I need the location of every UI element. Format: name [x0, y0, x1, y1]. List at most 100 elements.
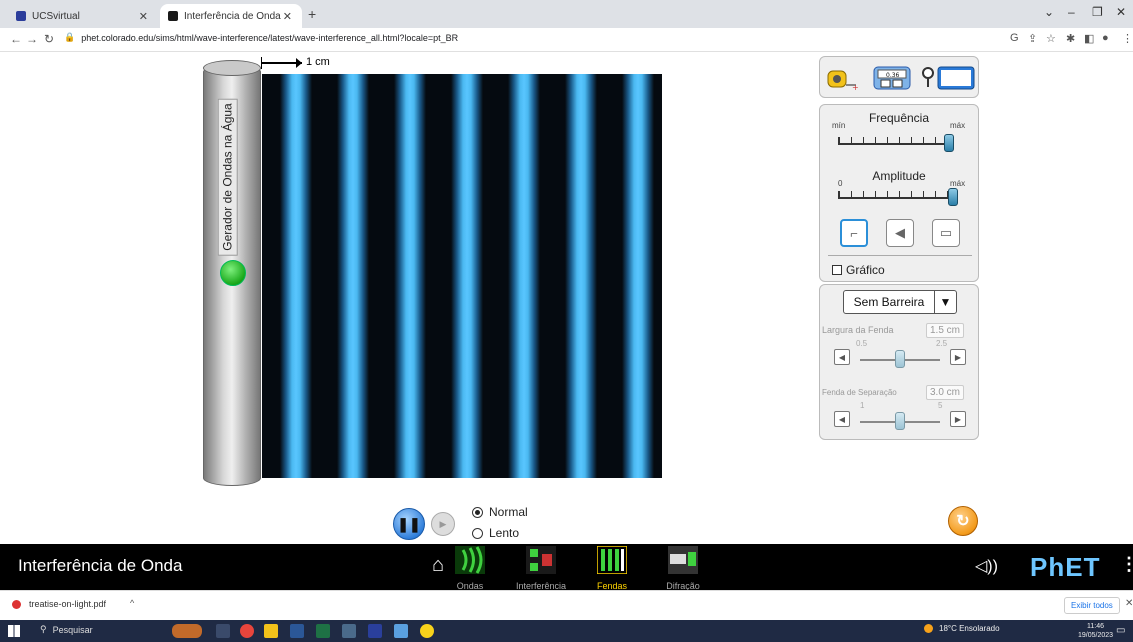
- barrier-dropdown-value: Sem Barreira: [853, 295, 925, 309]
- svg-text:+: +: [852, 83, 859, 91]
- share-icon[interactable]: ⇪: [1028, 32, 1037, 45]
- simulation-area: 1 cm Gerador de Ondas na Água + 0.36 Fre…: [0, 52, 1133, 544]
- url-field[interactable]: 🔒 phet.colorado.edu/sims/html/wave-inter…: [64, 32, 458, 43]
- ruler-label: 1 cm: [306, 56, 330, 68]
- sound-source-button[interactable]: ◀: [886, 219, 914, 247]
- slit-width-decrement-button[interactable]: ◀: [834, 349, 850, 365]
- slit-separation-slider-thumb[interactable]: [895, 412, 905, 430]
- back-icon[interactable]: ←: [10, 32, 22, 46]
- phet-logo[interactable]: PhET: [1030, 552, 1100, 583]
- slit-separation-value: 3.0 cm: [926, 385, 965, 400]
- dropdown-arrow-icon: ▼: [934, 291, 956, 313]
- pdf-file-icon: [12, 599, 21, 609]
- slit-width-max: 2.5: [936, 339, 948, 348]
- taskbar-clock[interactable]: 11:46 19/05/2023: [1078, 622, 1113, 640]
- speed-normal-radio[interactable]: Normal: [472, 505, 528, 519]
- amplitude-slider-thumb[interactable]: [948, 188, 958, 206]
- tab-interferencia[interactable]: Interferência de Onda ✕: [160, 4, 302, 28]
- lock-icon: 🔒: [64, 32, 76, 42]
- close-window-icon[interactable]: ✕: [1116, 5, 1126, 19]
- screen-ondas[interactable]: Ondas: [440, 546, 500, 591]
- amplitude-slider-track[interactable]: [838, 197, 952, 199]
- new-tab-button[interactable]: +: [308, 6, 316, 22]
- pause-icon: ❚❚: [397, 515, 421, 532]
- fendas-screen-icon: [596, 545, 628, 575]
- generator-label: Gerador de Ondas na Água: [218, 98, 238, 256]
- amplitude-max-label: máx: [950, 179, 966, 188]
- chevron-up-icon[interactable]: ^: [130, 598, 134, 608]
- reload-icon[interactable]: ↻: [44, 32, 54, 46]
- interferencia-screen-icon: [526, 546, 556, 574]
- graph-checkbox[interactable]: Gráfico: [832, 263, 885, 277]
- photoshop-icon[interactable]: [368, 624, 382, 638]
- frequency-slider-thumb[interactable]: [944, 134, 954, 152]
- browser-menu-icon[interactable]: ⋮: [1122, 32, 1133, 45]
- tab-ucsvirtual[interactable]: UCSvirtual ✕: [8, 4, 158, 28]
- screen-interferencia[interactable]: Interferência: [511, 546, 571, 591]
- panel-divider: [828, 255, 972, 256]
- forward-icon[interactable]: →: [26, 32, 38, 46]
- weather-widget[interactable]: 18°C Ensolarado: [924, 624, 1000, 633]
- bookmark-star-icon[interactable]: ☆: [1046, 32, 1056, 45]
- excel-icon[interactable]: [316, 624, 330, 638]
- reset-all-button[interactable]: ↻: [948, 506, 978, 536]
- extensions-icon[interactable]: ✱: [1066, 32, 1075, 45]
- wave-area[interactable]: [262, 74, 662, 478]
- stopwatch-icon[interactable]: 0.36: [872, 65, 912, 91]
- slit-width-min: 0.5: [856, 339, 868, 348]
- slit-separation-decrement-button[interactable]: ◀: [834, 411, 850, 427]
- app2-icon[interactable]: [394, 624, 408, 638]
- measuring-tape-icon[interactable]: +: [826, 65, 860, 91]
- minimize-icon[interactable]: –: [1068, 5, 1075, 19]
- google-icon[interactable]: G: [1010, 32, 1019, 44]
- step-button[interactable]: ▶: [431, 512, 455, 536]
- close-downloads-icon[interactable]: ✕: [1125, 598, 1133, 609]
- download-item[interactable]: treatise-on-light.pdf: [12, 599, 106, 609]
- word-icon[interactable]: [290, 624, 304, 638]
- close-tab-icon[interactable]: ✕: [283, 10, 292, 23]
- generator-pulse-button[interactable]: [220, 260, 246, 286]
- close-tab-icon[interactable]: ✕: [139, 10, 148, 23]
- show-all-downloads-button[interactable]: Exibir todos: [1064, 597, 1120, 614]
- restore-icon[interactable]: ❐: [1092, 5, 1103, 19]
- slit-separation-increment-button[interactable]: ▶: [950, 411, 966, 427]
- tab-label: UCSvirtual: [32, 10, 80, 22]
- light-source-button[interactable]: ▭: [932, 219, 960, 247]
- slit-width-increment-button[interactable]: ▶: [950, 349, 966, 365]
- wave-controls-panel: Frequência mín máx Amplitude 0 máx ⌐ ◀ ▭…: [819, 104, 979, 282]
- taskbar-search-placeholder: Pesquisar: [52, 624, 93, 635]
- sound-toggle-icon[interactable]: ◁)): [975, 556, 998, 576]
- ondas-screen-icon: [455, 546, 485, 574]
- notification-icon[interactable]: ▭: [1116, 625, 1125, 636]
- generator-top: [203, 60, 261, 76]
- app-icon[interactable]: [342, 624, 356, 638]
- slit-separation-label: Fenda de Separação: [822, 388, 897, 397]
- wave-meter-icon[interactable]: [920, 65, 976, 91]
- barrier-dropdown[interactable]: Sem Barreira ▼: [843, 290, 957, 314]
- chrome-icon[interactable]: [240, 624, 254, 638]
- windows-start-icon[interactable]: [8, 625, 20, 637]
- water-source-button[interactable]: ⌐: [840, 219, 868, 247]
- laser-icon: ▭: [939, 225, 953, 240]
- file-explorer-icon[interactable]: [264, 624, 278, 638]
- widget-icon[interactable]: [172, 624, 202, 638]
- frequency-slider-track[interactable]: [838, 143, 952, 145]
- browser-tab-bar: UCSvirtual ✕ Interferência de Onda ✕ + ⌄…: [0, 0, 1133, 28]
- screen-difracao[interactable]: Difração: [653, 546, 713, 591]
- tab-search-icon[interactable]: ⌄: [1044, 5, 1054, 19]
- pause-button[interactable]: ❚❚: [393, 508, 425, 540]
- step-icon: ▶: [439, 518, 447, 529]
- profile-avatar[interactable]: ●: [1102, 32, 1109, 44]
- app3-icon[interactable]: [420, 624, 434, 638]
- amplitude-min-label: 0: [838, 179, 843, 188]
- task-view-icon[interactable]: [216, 624, 230, 638]
- speed-slow-radio[interactable]: Lento: [472, 526, 519, 540]
- phet-menu-icon[interactable]: ⋮: [1120, 554, 1133, 575]
- slit-width-slider-thumb[interactable]: [895, 350, 905, 368]
- sidepanel-icon[interactable]: ◧: [1084, 32, 1094, 45]
- weather-text: 18°C Ensolarado: [939, 624, 1000, 633]
- screen-fendas[interactable]: Fendas: [582, 545, 642, 591]
- taskbar-search[interactable]: ⚲ Pesquisar: [40, 624, 93, 635]
- amplitude-slider-ticks: [838, 191, 952, 197]
- frequency-min-label: mín: [832, 121, 846, 130]
